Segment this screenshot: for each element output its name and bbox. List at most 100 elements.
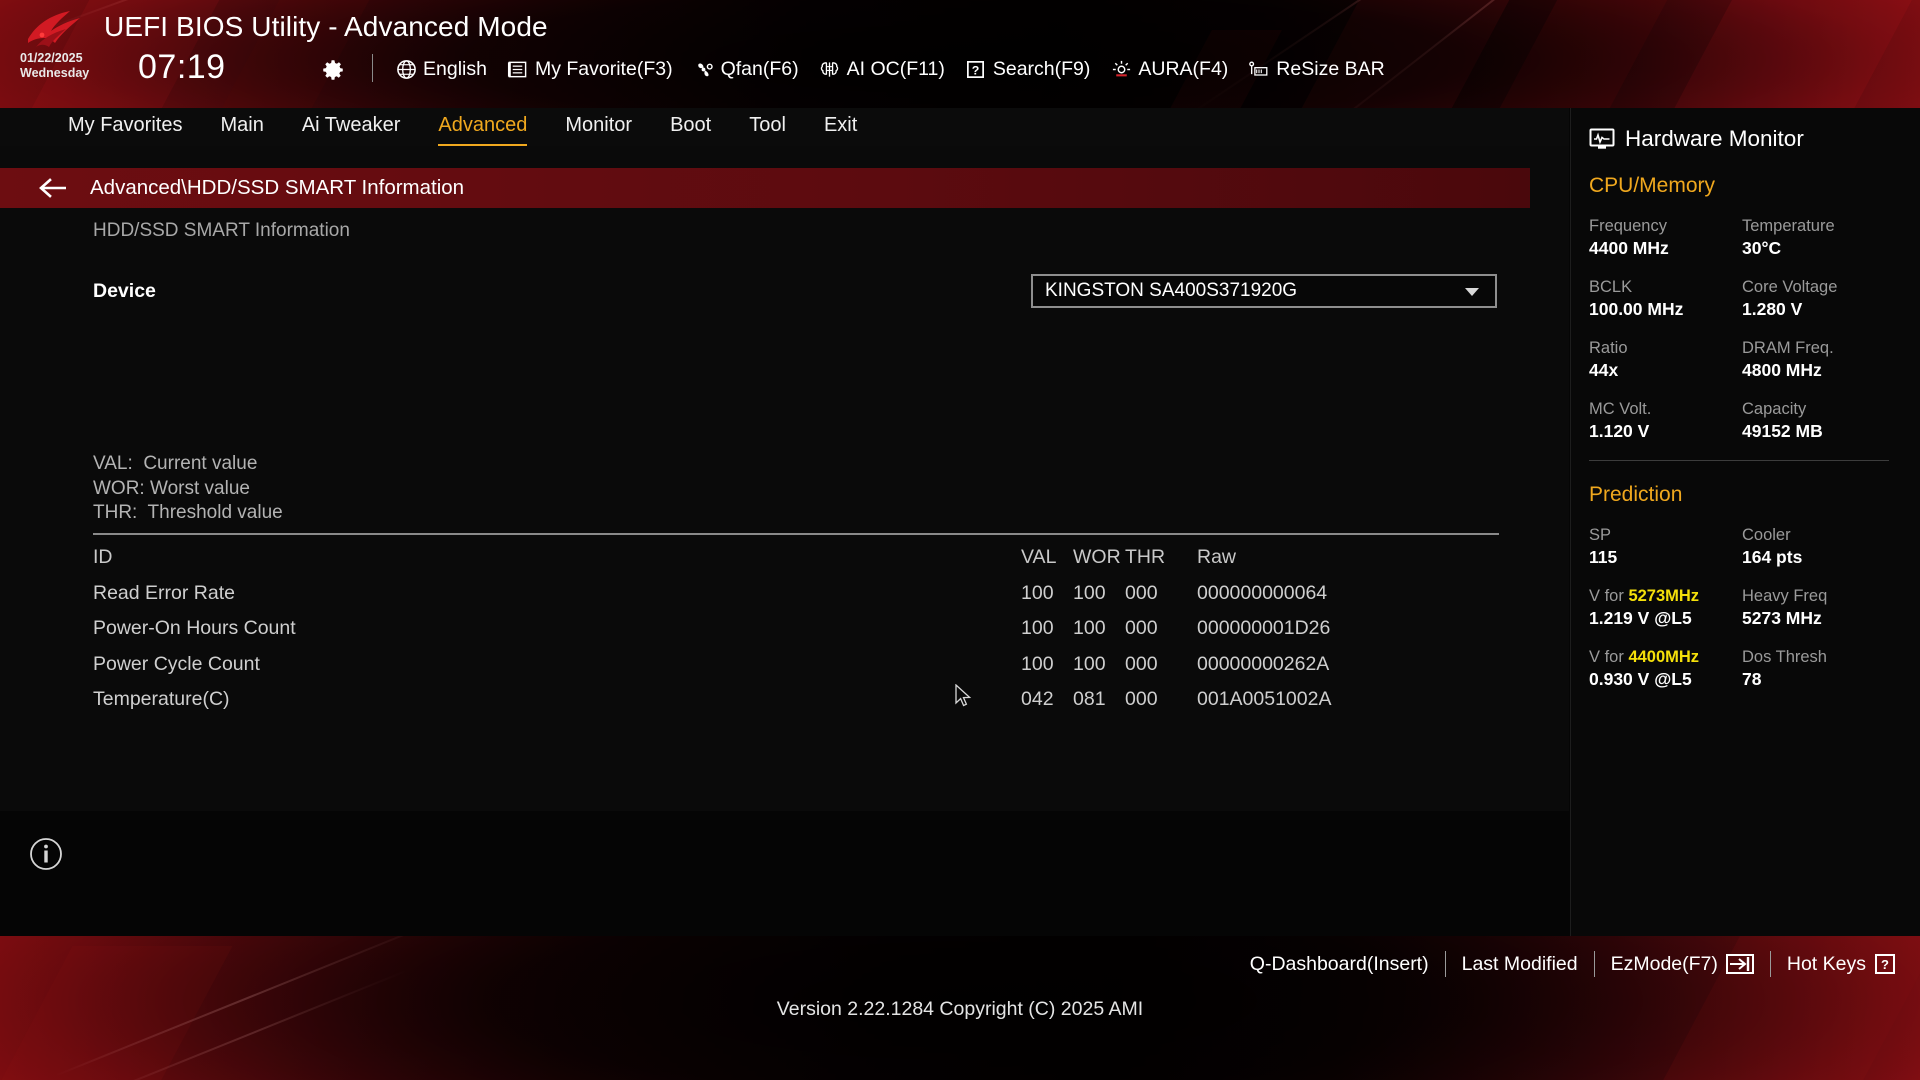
ezmode-button[interactable]: EzMode(F7): [1611, 953, 1754, 976]
legend-block: VAL: Current value WOR: Worst value THR:…: [93, 452, 283, 526]
bottom-bar: Q-Dashboard(Insert) Last Modified EzMode…: [0, 936, 1920, 1080]
tab-advanced[interactable]: Advanced: [438, 114, 527, 146]
hw-pair: Ratio 44x DRAM Freq. 4800 MHz: [1589, 338, 1895, 382]
hw-value: 30°C: [1742, 238, 1782, 258]
hw-cell-frequency: Frequency 4400 MHz: [1589, 216, 1742, 260]
hw-key: MC Volt.: [1589, 400, 1652, 418]
tab-tool[interactable]: Tool: [749, 114, 786, 140]
legend-val: VAL: Current value: [93, 453, 258, 474]
back-arrow-icon[interactable]: [38, 178, 68, 198]
table-row: Read Error Rate 100 100 000 000000000064: [93, 582, 1499, 618]
bios-screen: UEFI BIOS Utility - Advanced Mode 01/22/…: [0, 0, 1920, 1080]
row-id: Power Cycle Count: [93, 652, 260, 675]
resize-bar-label: ReSize BAR: [1276, 57, 1385, 80]
hw-value: 0.930 V @L5: [1589, 669, 1692, 689]
hw-cell-cooler: Cooler 164 pts: [1742, 525, 1895, 569]
row-raw: 001A0051002A: [1197, 688, 1332, 710]
main-content-panel: Advanced\HDD/SSD SMART Information HDD/S…: [0, 146, 1569, 870]
language-button[interactable]: English: [395, 58, 487, 81]
tab-boot[interactable]: Boot: [670, 114, 711, 140]
date-value: 01/22/2025: [20, 51, 83, 65]
hw-value: 1.120 V: [1589, 421, 1650, 441]
aura-button[interactable]: AURA(F4): [1110, 58, 1228, 81]
info-icon[interactable]: [28, 836, 64, 872]
hw-value: 100.00 MHz: [1589, 299, 1684, 319]
svg-text:?: ?: [1881, 957, 1889, 972]
row-wor: 100: [1073, 652, 1106, 675]
header-toolbar: English My Favorite(F3) Qfan(F6) AI OC(F…: [395, 54, 1405, 84]
hw-key: Dos Thresh: [1742, 648, 1827, 666]
page-title: UEFI BIOS Utility - Advanced Mode: [104, 11, 548, 42]
q-dashboard-button[interactable]: Q-Dashboard(Insert): [1250, 953, 1429, 976]
hw-key-highlight: 5273MHz: [1628, 587, 1700, 605]
hw-value: 4400 MHz: [1589, 238, 1669, 258]
tab-my-favorites[interactable]: My Favorites: [68, 114, 182, 140]
last-modified-button[interactable]: Last Modified: [1462, 953, 1578, 976]
col-header-wor: WOR: [1073, 546, 1121, 568]
resize-icon: [1248, 58, 1270, 80]
row-raw: 000000001D26: [1197, 617, 1331, 639]
row-raw: 00000000262A: [1197, 652, 1330, 675]
hw-key: BCLK: [1589, 278, 1633, 296]
breadcrumb: Advanced\HDD/SSD SMART Information: [90, 176, 465, 199]
search-button[interactable]: ? Search(F9): [965, 58, 1090, 81]
section-prediction: Prediction: [1589, 483, 1683, 506]
ai-oc-button[interactable]: AI OC(F11): [819, 58, 945, 81]
row-thr: 000: [1125, 652, 1158, 675]
hw-cell-capacity: Capacity 49152 MB: [1742, 399, 1895, 443]
aura-icon: [1110, 58, 1132, 80]
tab-monitor[interactable]: Monitor: [565, 114, 632, 140]
top-banner: UEFI BIOS Utility - Advanced Mode 01/22/…: [0, 0, 1920, 108]
hw-key: Heavy Freq: [1742, 587, 1828, 605]
toolbar-divider: [372, 54, 373, 82]
table-row: Power-On Hours Count 100 100 000 0000000…: [93, 617, 1499, 653]
device-select[interactable]: KINGSTON SA400S371920G: [1031, 274, 1497, 308]
q-dashboard-label: Q-Dashboard(Insert): [1249, 952, 1429, 975]
hw-pair: Frequency 4400 MHz Temperature 30°C: [1589, 216, 1895, 260]
my-favorite-label: My Favorite(F3): [534, 57, 673, 80]
hw-value: 49152 MB: [1742, 421, 1823, 441]
resize-bar-button[interactable]: ReSize BAR: [1248, 57, 1385, 81]
date-display: 01/22/2025 Wednesday: [20, 51, 89, 81]
language-label: English: [423, 57, 487, 80]
hw-key: Cooler: [1742, 526, 1791, 544]
tab-exit[interactable]: Exit: [824, 114, 857, 140]
row-wor: 100: [1073, 617, 1106, 639]
row-val: 042: [1021, 688, 1054, 710]
hw-value: 115: [1589, 547, 1618, 567]
hw-value: 1.219 V @L5: [1589, 608, 1692, 628]
col-header-thr: THR: [1125, 546, 1166, 568]
hw-cell-heavy-freq: Heavy Freq 5273 MHz: [1742, 586, 1895, 630]
row-val: 100: [1021, 581, 1054, 604]
svg-text:?: ?: [972, 63, 980, 77]
hw-key-text: V for: [1589, 587, 1629, 605]
mouse-cursor: [955, 684, 972, 707]
hw-key: Ratio: [1589, 339, 1628, 357]
qfan-label: Qfan(F6): [720, 57, 799, 80]
row-val: 100: [1021, 617, 1054, 639]
hw-cell-ratio: Ratio 44x: [1589, 338, 1742, 382]
main-menu-bar: My Favorites Main Ai Tweaker Advanced Mo…: [0, 108, 1569, 146]
device-select-value: KINGSTON SA400S371920G: [1045, 280, 1298, 301]
qfan-button[interactable]: Qfan(F6): [693, 58, 799, 81]
tab-main[interactable]: Main: [220, 114, 263, 140]
hw-pair: SP 115 Cooler 164 pts: [1589, 525, 1895, 569]
hw-cell-bclk: BCLK 100.00 MHz: [1589, 277, 1742, 321]
row-wor: 100: [1073, 581, 1106, 604]
device-label: Device: [93, 280, 156, 302]
table-row: Power Cycle Count 100 100 000 0000000026…: [93, 653, 1499, 689]
hot-keys-button[interactable]: Hot Keys ?: [1787, 953, 1896, 976]
hw-key-text: V for: [1589, 648, 1629, 666]
tab-ai-tweaker[interactable]: Ai Tweaker: [302, 114, 401, 140]
globe-icon: [395, 58, 417, 80]
row-id: Read Error Rate: [93, 581, 235, 604]
row-wor: 081: [1073, 688, 1106, 710]
cpu-memory-grid: Frequency 4400 MHz Temperature 30°C BCLK…: [1589, 216, 1895, 443]
row-raw: 000000000064: [1197, 581, 1328, 604]
my-favorite-button[interactable]: My Favorite(F3): [507, 58, 673, 81]
gear-icon[interactable]: [320, 57, 346, 83]
breadcrumb-bar[interactable]: Advanced\HDD/SSD SMART Information: [0, 168, 1530, 208]
hw-pair: V for 4400MHz 0.930 V @L5 Dos Thresh 78: [1589, 647, 1895, 691]
hw-value: 4800 MHz: [1742, 360, 1822, 380]
rog-logo: [28, 11, 80, 47]
